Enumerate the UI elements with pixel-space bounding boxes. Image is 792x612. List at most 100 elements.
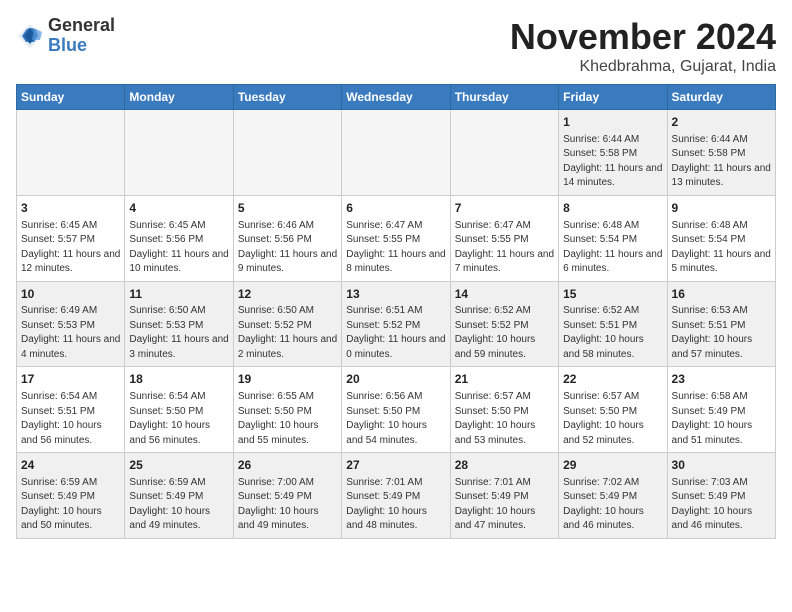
day-info: Sunrise: 7:02 AM Sunset: 5:49 PM Dayligh… [563,476,662,534]
day-info: Sunrise: 6:50 AM Sunset: 5:53 PM Dayligh… [129,304,228,362]
day-number: 18 [129,371,228,388]
day-info: Sunrise: 6:47 AM Sunset: 5:55 PM Dayligh… [455,219,554,277]
calendar-week-row: 17 Sunrise: 6:54 AM Sunset: 5:51 PM Dayli… [17,367,776,453]
calendar-cell: 15Sunrise: 6:52 AM Sunset: 5:51 PM Dayli… [559,281,667,367]
calendar-header-row: SundayMondayTuesdayWednesdayThursdayFrid… [17,85,776,110]
day-info: Sunrise: 6:55 AM Sunset: 5:50 PM Dayligh… [238,390,337,448]
calendar-week-row: 3 Sunrise: 6:45 AM Sunset: 5:57 PM Daylig… [17,195,776,281]
day-info: Sunrise: 6:48 AM Sunset: 5:54 PM Dayligh… [672,219,771,277]
calendar-cell [233,110,341,196]
day-number: 11 [129,286,228,303]
weekday-header: Tuesday [233,85,341,110]
day-info: Sunrise: 6:50 AM Sunset: 5:52 PM Dayligh… [238,304,337,362]
calendar-cell: 1 Sunrise: 6:44 AM Sunset: 5:58 PM Daylig… [559,110,667,196]
day-info: Sunrise: 6:44 AM Sunset: 5:58 PM Dayligh… [672,133,771,191]
calendar-cell: 7Sunrise: 6:47 AM Sunset: 5:55 PM Daylig… [450,195,558,281]
day-number: 8 [563,200,662,217]
day-info: Sunrise: 6:46 AM Sunset: 5:56 PM Dayligh… [238,219,337,277]
day-number: 2 [672,114,771,131]
calendar-cell: 17 Sunrise: 6:54 AM Sunset: 5:51 PM Dayli… [17,367,125,453]
calendar-cell: 5 Sunrise: 6:46 AM Sunset: 5:56 PM Daylig… [233,195,341,281]
logo-general: General [48,16,115,36]
calendar-cell: 27 Sunrise: 7:01 AM Sunset: 5:49 PM Dayli… [342,453,450,539]
weekday-header: Thursday [450,85,558,110]
day-info: Sunrise: 6:51 AM Sunset: 5:52 PM Dayligh… [346,304,445,362]
day-number: 28 [455,457,554,474]
calendar-week-row: 24Sunrise: 6:59 AM Sunset: 5:49 PM Dayli… [17,453,776,539]
day-info: Sunrise: 7:01 AM Sunset: 5:49 PM Dayligh… [346,476,445,534]
calendar-cell: 30Sunrise: 7:03 AM Sunset: 5:49 PM Dayli… [667,453,775,539]
day-number: 3 [21,200,120,217]
calendar-cell: 20 Sunrise: 6:56 AM Sunset: 5:50 PM Dayli… [342,367,450,453]
calendar-cell: 28 Sunrise: 7:01 AM Sunset: 5:49 PM Dayli… [450,453,558,539]
calendar-cell: 11Sunrise: 6:50 AM Sunset: 5:53 PM Dayli… [125,281,233,367]
calendar-cell: 19 Sunrise: 6:55 AM Sunset: 5:50 PM Dayli… [233,367,341,453]
day-number: 27 [346,457,445,474]
calendar-cell [125,110,233,196]
day-number: 12 [238,286,337,303]
day-number: 10 [21,286,120,303]
day-info: Sunrise: 6:47 AM Sunset: 5:55 PM Dayligh… [346,219,445,277]
day-info: Sunrise: 6:57 AM Sunset: 5:50 PM Dayligh… [563,390,662,448]
day-number: 6 [346,200,445,217]
logo-icon [16,22,44,50]
weekday-header: Wednesday [342,85,450,110]
day-info: Sunrise: 6:54 AM Sunset: 5:50 PM Dayligh… [129,390,228,448]
day-info: Sunrise: 6:56 AM Sunset: 5:50 PM Dayligh… [346,390,445,448]
title-block: November 2024 Khedbrahma, Gujarat, India [510,16,776,76]
day-info: Sunrise: 6:57 AM Sunset: 5:50 PM Dayligh… [455,390,554,448]
day-info: Sunrise: 6:52 AM Sunset: 5:51 PM Dayligh… [563,304,662,362]
day-number: 19 [238,371,337,388]
logo-text: General Blue [48,16,115,56]
day-number: 15 [563,286,662,303]
calendar-cell [450,110,558,196]
day-number: 5 [238,200,337,217]
day-number: 17 [21,371,120,388]
day-info: Sunrise: 6:44 AM Sunset: 5:58 PM Dayligh… [563,133,662,191]
calendar-cell [342,110,450,196]
logo-blue: Blue [48,36,115,56]
calendar-cell: 16Sunrise: 6:53 AM Sunset: 5:51 PM Dayli… [667,281,775,367]
calendar-week-row: 10Sunrise: 6:49 AM Sunset: 5:53 PM Dayli… [17,281,776,367]
weekday-header: Sunday [17,85,125,110]
calendar-cell: 4Sunrise: 6:45 AM Sunset: 5:56 PM Daylig… [125,195,233,281]
calendar-cell: 10Sunrise: 6:49 AM Sunset: 5:53 PM Dayli… [17,281,125,367]
logo: General Blue [16,16,115,56]
day-number: 26 [238,457,337,474]
calendar-cell: 14Sunrise: 6:52 AM Sunset: 5:52 PM Dayli… [450,281,558,367]
calendar-cell: 26 Sunrise: 7:00 AM Sunset: 5:49 PM Dayli… [233,453,341,539]
weekday-header: Monday [125,85,233,110]
day-number: 9 [672,200,771,217]
calendar-cell: 9 Sunrise: 6:48 AM Sunset: 5:54 PM Daylig… [667,195,775,281]
day-number: 20 [346,371,445,388]
calendar-cell: 22Sunrise: 6:57 AM Sunset: 5:50 PM Dayli… [559,367,667,453]
calendar-cell: 23Sunrise: 6:58 AM Sunset: 5:49 PM Dayli… [667,367,775,453]
calendar-week-row: 1 Sunrise: 6:44 AM Sunset: 5:58 PM Daylig… [17,110,776,196]
weekday-header: Friday [559,85,667,110]
calendar-cell: 12Sunrise: 6:50 AM Sunset: 5:52 PM Dayli… [233,281,341,367]
day-info: Sunrise: 6:48 AM Sunset: 5:54 PM Dayligh… [563,219,662,277]
location: Khedbrahma, Gujarat, India [510,58,776,76]
day-info: Sunrise: 7:00 AM Sunset: 5:49 PM Dayligh… [238,476,337,534]
day-info: Sunrise: 7:03 AM Sunset: 5:49 PM Dayligh… [672,476,771,534]
day-info: Sunrise: 7:01 AM Sunset: 5:49 PM Dayligh… [455,476,554,534]
day-number: 4 [129,200,228,217]
day-number: 13 [346,286,445,303]
day-number: 14 [455,286,554,303]
day-info: Sunrise: 6:52 AM Sunset: 5:52 PM Dayligh… [455,304,554,362]
calendar-cell: 2 Sunrise: 6:44 AM Sunset: 5:58 PM Daylig… [667,110,775,196]
calendar-cell: 25Sunrise: 6:59 AM Sunset: 5:49 PM Dayli… [125,453,233,539]
day-number: 29 [563,457,662,474]
day-number: 16 [672,286,771,303]
day-info: Sunrise: 6:54 AM Sunset: 5:51 PM Dayligh… [21,390,120,448]
day-number: 23 [672,371,771,388]
calendar-cell: 6 Sunrise: 6:47 AM Sunset: 5:55 PM Daylig… [342,195,450,281]
calendar-cell: 18 Sunrise: 6:54 AM Sunset: 5:50 PM Dayli… [125,367,233,453]
day-info: Sunrise: 6:59 AM Sunset: 5:49 PM Dayligh… [129,476,228,534]
day-info: Sunrise: 6:59 AM Sunset: 5:49 PM Dayligh… [21,476,120,534]
calendar-cell: 21Sunrise: 6:57 AM Sunset: 5:50 PM Dayli… [450,367,558,453]
calendar-cell [17,110,125,196]
calendar-cell: 24Sunrise: 6:59 AM Sunset: 5:49 PM Dayli… [17,453,125,539]
day-info: Sunrise: 6:45 AM Sunset: 5:57 PM Dayligh… [21,219,120,277]
day-number: 1 [563,114,662,131]
